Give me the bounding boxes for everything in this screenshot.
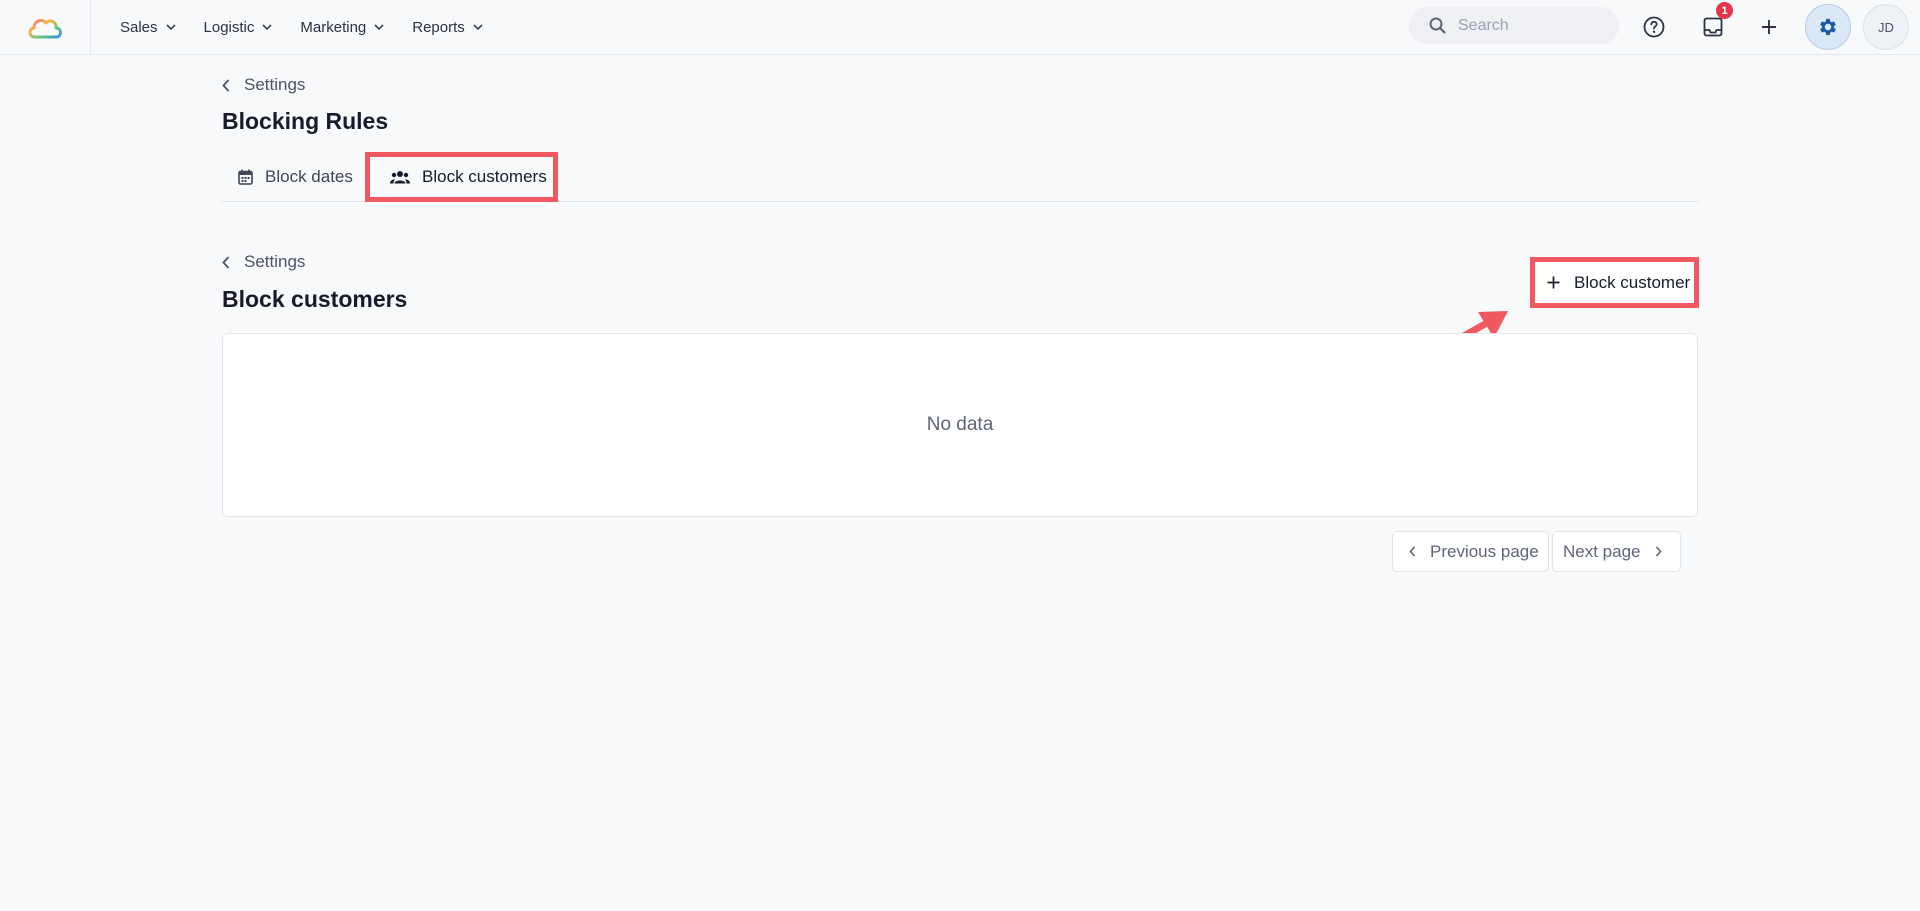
tab-block-dates-label: Block dates — [265, 167, 353, 186]
calendar-icon — [238, 169, 253, 185]
previous-page-button[interactable]: Previous page — [1392, 531, 1549, 572]
next-page-button[interactable]: Next page — [1552, 531, 1681, 572]
chevron-down-icon — [473, 24, 483, 30]
plus-icon — [1547, 276, 1560, 289]
chevron-down-icon — [262, 24, 272, 30]
top-navbar: Sales Logistic Marketing Reports Search … — [0, 0, 1920, 55]
chevron-left-icon — [1409, 546, 1416, 557]
help-icon — [1643, 16, 1665, 38]
settings-button[interactable] — [1805, 4, 1851, 50]
section-back-to-settings-link[interactable]: Settings — [222, 252, 305, 272]
tab-block-customers[interactable]: Block customers — [365, 152, 558, 202]
nav-marketing[interactable]: Marketing — [300, 19, 384, 36]
gear-icon — [1820, 18, 1836, 36]
chevron-left-icon — [222, 255, 230, 269]
plus-icon — [1762, 20, 1776, 34]
section-title: Block customers — [222, 286, 408, 312]
block-customer-button[interactable]: Block customer — [1530, 257, 1699, 308]
empty-state-text: No data — [926, 414, 994, 435]
logo[interactable] — [0, 0, 91, 54]
cloud-logo-icon — [28, 19, 62, 39]
inbox-icon — [1703, 17, 1723, 37]
chevron-down-icon — [165, 24, 176, 30]
nav-reports[interactable]: Reports — [412, 19, 483, 36]
chevron-left-icon — [222, 78, 230, 92]
search-icon — [1429, 17, 1446, 34]
inbox-button[interactable]: 1 — [1694, 2, 1733, 46]
add-button[interactable] — [1750, 8, 1788, 46]
nav-sales[interactable]: Sales — [120, 19, 176, 36]
section-back-link-label: Settings — [244, 252, 306, 271]
previous-page-label: Previous page — [1430, 541, 1539, 561]
nav-sales-label: Sales — [120, 18, 158, 36]
tab-bar: Block dates Block customers — [222, 152, 1698, 202]
nav-reports-label: Reports — [412, 18, 465, 36]
back-link-label: Settings — [244, 75, 306, 94]
search-box — [1409, 7, 1619, 44]
page-title: Blocking Rules — [222, 108, 389, 134]
search-input[interactable] — [1458, 16, 1598, 35]
customers-table-empty: No data — [222, 333, 1698, 517]
back-to-settings-link[interactable]: Settings — [222, 75, 305, 95]
users-icon — [390, 171, 410, 184]
tab-block-customers-label: Block customers — [422, 167, 547, 186]
next-page-label: Next page — [1563, 541, 1641, 561]
avatar[interactable]: JD — [1863, 4, 1909, 50]
chevron-right-icon — [1655, 546, 1662, 557]
block-customer-button-label: Block customer — [1574, 272, 1691, 292]
nav-logistic[interactable]: Logistic — [204, 19, 273, 36]
chevron-down-icon — [374, 24, 384, 30]
nav-marketing-label: Marketing — [300, 18, 367, 36]
nav-logistic-label: Logistic — [203, 18, 255, 36]
notification-badge: 1 — [1716, 2, 1733, 19]
help-button[interactable] — [1635, 8, 1673, 46]
tab-block-dates[interactable]: Block dates — [238, 153, 353, 201]
